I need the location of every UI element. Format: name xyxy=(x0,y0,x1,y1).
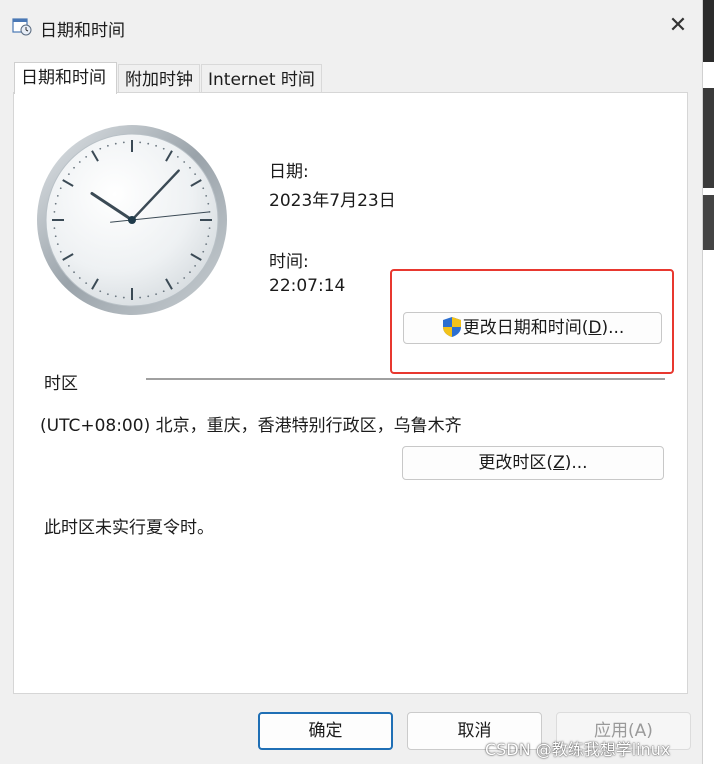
watermark: CSDN @教练我想学linux xyxy=(485,740,671,759)
title-bar: 日期和时间 ✕ xyxy=(0,0,702,52)
date-value: 2023年7月23日 xyxy=(269,191,396,211)
timezone-value: (UTC+08:00) 北京，重庆，香港特别行政区，乌鲁木齐 xyxy=(40,416,462,436)
tab-internet-time[interactable]: Internet 时间 xyxy=(201,64,322,92)
dst-note: 此时区未实行夏令时。 xyxy=(44,518,214,538)
date-label: 日期: xyxy=(269,162,309,182)
background-window-strip xyxy=(702,0,714,764)
window-title: 日期和时间 xyxy=(40,21,125,41)
analog-clock xyxy=(35,124,233,322)
annotation-highlight-box xyxy=(390,269,674,374)
ok-button[interactable]: 确定 xyxy=(258,712,393,750)
timezone-header: 时区 xyxy=(44,374,78,394)
tab-date-time[interactable]: 日期和时间 xyxy=(14,62,117,94)
calendar-clock-icon xyxy=(12,18,32,36)
time-value: 22:07:14 xyxy=(269,276,346,296)
change-timezone-button[interactable]: 更改时区(Z)... xyxy=(402,446,664,480)
close-icon[interactable]: ✕ xyxy=(664,12,692,40)
section-divider xyxy=(146,378,665,380)
tab-additional-clocks[interactable]: 附加时钟 xyxy=(118,64,200,92)
clock-face-icon xyxy=(37,125,227,315)
date-time-dialog: 日期和时间 ✕ 日期和时间 附加时钟 Internet 时间 日期: 2023年… xyxy=(0,0,703,764)
time-label: 时间: xyxy=(269,252,309,272)
